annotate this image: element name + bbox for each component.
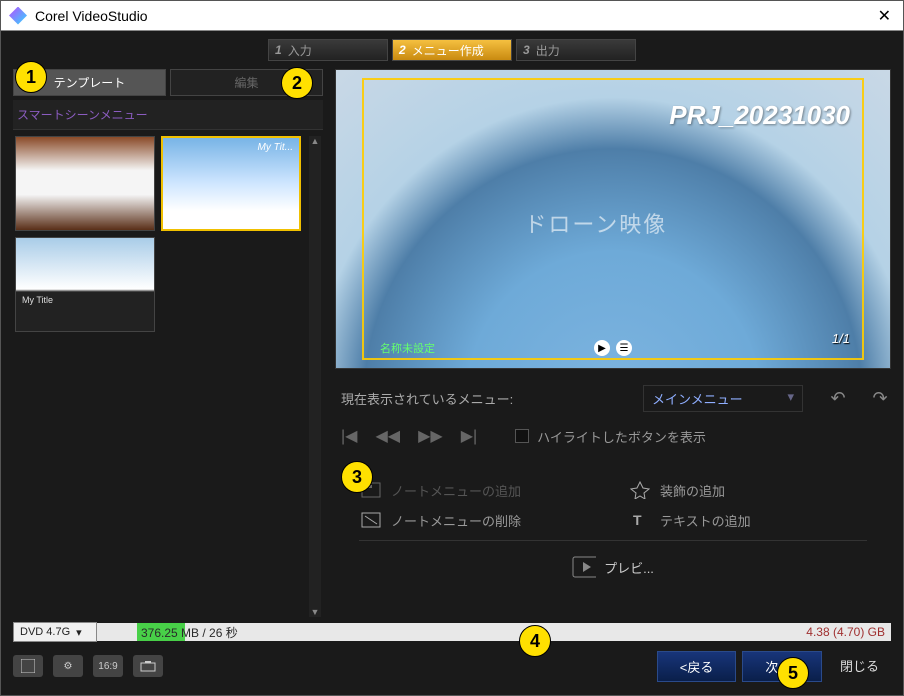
step-tabs: 1 入力 2 メニュー作成 3 出力 (1, 31, 903, 65)
go-end-icon[interactable]: ▶| (461, 426, 477, 446)
back-button[interactable]: <戻る (657, 651, 737, 682)
divider (359, 540, 867, 541)
step-tab-output[interactable]: 3 出力 (516, 39, 636, 61)
tool-label: テキストの追加 (660, 511, 751, 530)
app-logo-icon (9, 7, 27, 25)
settings-icon[interactable] (13, 655, 43, 677)
svg-text:T: T (633, 512, 642, 528)
close-icon[interactable]: ✕ (874, 6, 895, 26)
close-button[interactable]: 閉じる (828, 651, 891, 682)
step-label: メニュー作成 (412, 42, 484, 59)
prev-icon[interactable]: ◀◀ (375, 426, 400, 446)
disc-size-bar: DVD 4.7G ▾ 376.25 MB / 26 秒 4.38 (4.70) … (13, 623, 891, 641)
step-label: 入力 (288, 42, 312, 59)
preview-controls: ▶ ☰ (594, 340, 632, 356)
thumbnail-pane: ▲ ▼ (13, 130, 323, 623)
preview-icon (572, 557, 596, 577)
delete-note-menu-button[interactable]: ノートメニューの削除 (359, 510, 598, 530)
next-icon[interactable]: ▶▶ (418, 426, 443, 446)
redo-icon[interactable]: ↷ (869, 388, 891, 410)
right-panel: PRJ_20231030 ドローン映像 1/1 名称未設定 ▶ ☰ 現在表示され… (335, 69, 891, 623)
thumbnail-grid (15, 136, 309, 617)
project-icon[interactable] (133, 655, 163, 677)
step-tab-input[interactable]: 1 入力 (268, 39, 388, 61)
menu-selector-row: 現在表示されているメニュー: メインメニュー ▾ ↶ ↷ (335, 385, 891, 412)
nav-buttons: <戻る 次へ> 閉じる (657, 651, 891, 682)
play-icon[interactable]: ▶ (594, 340, 610, 356)
text-icon: T (628, 510, 652, 530)
callout-3: 3 (341, 461, 373, 493)
highlight-label: ハイライトしたボタンを表示 (537, 427, 706, 446)
project-title: PRJ_20231030 (669, 100, 850, 131)
highlight-checkbox[interactable] (515, 429, 529, 443)
callout-1: 1 (15, 61, 47, 93)
tool-label: ノートメニューの追加 (391, 481, 521, 500)
add-text-button[interactable]: T テキストの追加 (628, 510, 867, 530)
left-tabs: テンプレート 編集 (13, 69, 323, 96)
scroll-down-icon[interactable]: ▼ (309, 607, 321, 617)
preview-button[interactable]: プレビ... (359, 551, 867, 577)
step-label: 出力 (536, 42, 560, 59)
title-bar: Corel VideoStudio ✕ (1, 1, 903, 31)
tool-label: 装飾の追加 (660, 481, 725, 500)
chevron-down-icon: ▾ (787, 389, 794, 408)
undo-icon[interactable]: ↶ (827, 388, 849, 410)
callout-2: 2 (281, 67, 313, 99)
tool-label: ノートメニューの削除 (391, 511, 521, 530)
transport-row: |◀ ◀◀ ▶▶ ▶| ハイライトしたボタンを表示 (335, 426, 891, 446)
scrollbar[interactable]: ▲ ▼ (309, 136, 321, 617)
callout-4: 4 (519, 625, 551, 657)
total-size-label: 4.38 (4.70) GB (806, 625, 885, 639)
current-menu-label: 現在表示されているメニュー: (335, 389, 633, 408)
main-area: テンプレート 編集 スマートシーンメニュー ▲ ▼ PRJ_20231030 ド… (1, 65, 903, 623)
add-decoration-button[interactable]: 装飾の追加 (628, 480, 867, 500)
bottom-bar: ⚙ 16:9 <戻る 次へ> 閉じる (1, 649, 903, 683)
menu-icon[interactable]: ☰ (616, 340, 632, 356)
window-title: Corel VideoStudio (35, 8, 874, 24)
add-note-menu-button[interactable]: ノートメニューの追加 (359, 480, 598, 500)
menu-select-value: メインメニュー (652, 389, 743, 408)
menu-preview[interactable]: PRJ_20231030 ドローン映像 1/1 名称未設定 ▶ ☰ (335, 69, 891, 369)
callout-5: 5 (777, 657, 809, 689)
tool-label: プレビ... (604, 558, 654, 577)
decoration-icon (628, 480, 652, 500)
gear-icon[interactable]: ⚙ (53, 655, 83, 677)
page-indicator: 1/1 (832, 331, 850, 346)
section-label: スマートシーンメニュー (13, 100, 323, 130)
scroll-up-icon[interactable]: ▲ (309, 136, 321, 146)
disc-type-value: DVD 4.7G (20, 626, 70, 638)
template-thumb[interactable] (15, 237, 155, 332)
go-start-icon[interactable]: |◀ (341, 426, 357, 446)
chevron-down-icon: ▾ (76, 626, 82, 639)
name-unset-label: 名称未設定 (380, 340, 435, 356)
template-thumb[interactable] (15, 136, 155, 231)
left-panel: テンプレート 編集 スマートシーンメニュー ▲ ▼ (13, 69, 323, 623)
aspect-ratio-button[interactable]: 16:9 (93, 655, 123, 677)
menu-select[interactable]: メインメニュー ▾ (643, 385, 803, 412)
disc-type-select[interactable]: DVD 4.7G ▾ (13, 622, 97, 642)
used-size-label: 376.25 MB / 26 秒 (141, 624, 238, 641)
template-thumb[interactable] (161, 136, 301, 231)
tool-grid: ノートメニューの追加 装飾の追加 ノートメニューの削除 T テキストの追加 プレ… (335, 480, 891, 577)
preview-overlay-text: ドローン映像 (524, 207, 667, 239)
step-tab-menu[interactable]: 2 メニュー作成 (392, 39, 512, 61)
delete-menu-icon (359, 510, 383, 530)
bottom-icons: ⚙ 16:9 (13, 655, 163, 677)
